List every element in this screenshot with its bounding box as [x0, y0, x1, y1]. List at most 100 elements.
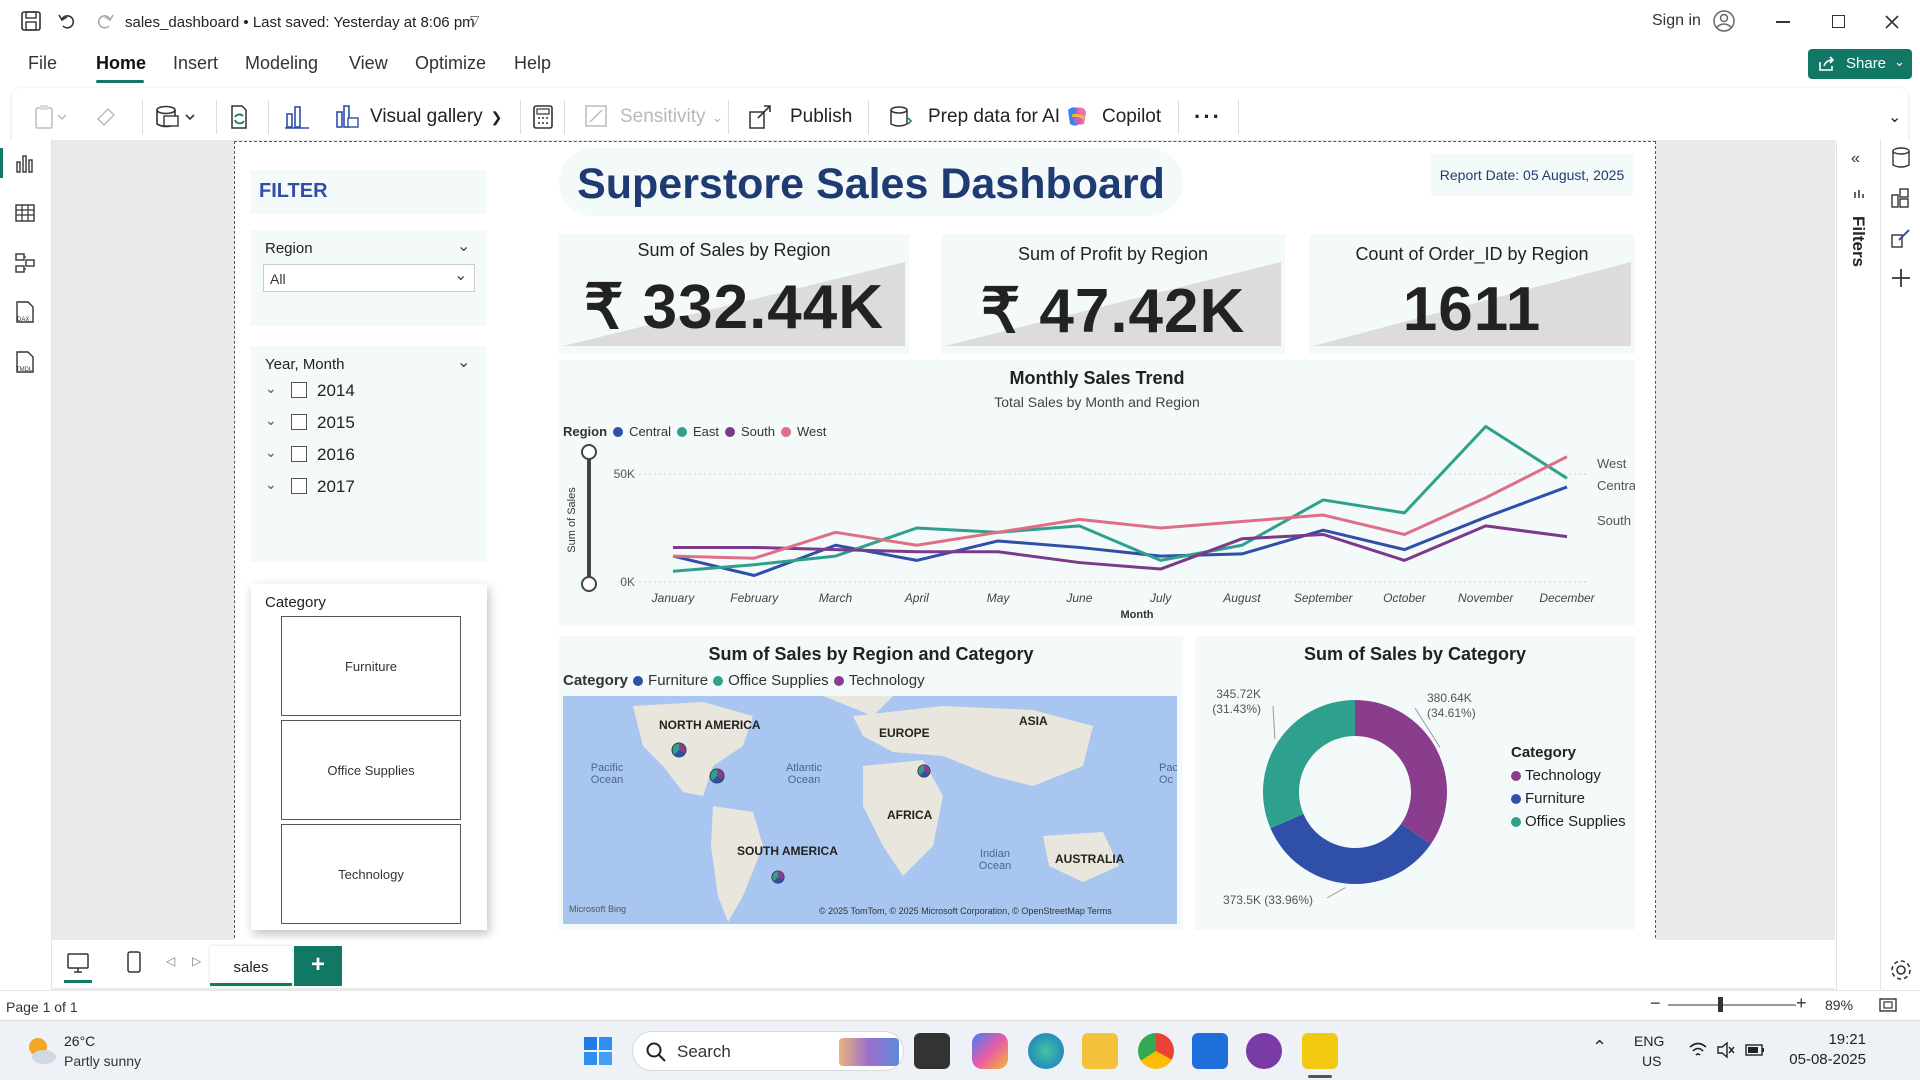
- menu-view[interactable]: View: [349, 53, 388, 74]
- tmdl-view-icon[interactable]: TMDL: [12, 350, 38, 376]
- edge-browser-icon[interactable]: [1028, 1033, 1064, 1069]
- prev-page-icon[interactable]: ◁: [166, 954, 175, 968]
- chevron-down-icon[interactable]: ⌄: [457, 236, 470, 256]
- minimize-icon[interactable]: [1776, 21, 1790, 23]
- filters-pane-collapsed[interactable]: « Filters: [1836, 140, 1880, 990]
- maximize-icon[interactable]: [1832, 15, 1845, 28]
- menu-help[interactable]: Help: [514, 53, 551, 74]
- menu-optimize[interactable]: Optimize: [415, 53, 486, 74]
- github-desktop-icon[interactable]: [1246, 1033, 1282, 1069]
- region-dropdown[interactable]: All ⌄: [263, 264, 475, 292]
- ribbon-collapse-icon[interactable]: ⌄: [1888, 88, 1901, 146]
- map-pie-marker[interactable]: [709, 768, 725, 784]
- category-tile-office-supplies[interactable]: Office Supplies: [281, 720, 461, 820]
- format-painter-button[interactable]: [94, 88, 118, 146]
- map-attribution[interactable]: © 2025 TomTom, © 2025 Microsoft Corporat…: [819, 906, 1112, 916]
- prep-data-button[interactable]: Prep data for AI: [888, 88, 1060, 146]
- refresh-button[interactable]: [226, 88, 252, 146]
- user-avatar-icon[interactable]: [1712, 9, 1736, 33]
- undo-icon[interactable]: [57, 11, 77, 31]
- close-icon[interactable]: [1884, 14, 1900, 30]
- expand-chevron-icon[interactable]: ⌄: [265, 444, 277, 461]
- visual-gallery-button[interactable]: Visual gallery ❯: [334, 88, 502, 146]
- zoom-in-icon[interactable]: +: [1796, 993, 1807, 1014]
- expand-pane-icon[interactable]: «: [1851, 150, 1860, 168]
- language-indicator[interactable]: ENG: [1634, 1033, 1664, 1049]
- windows-start-icon[interactable]: [582, 1035, 614, 1067]
- sign-in-link[interactable]: Sign in: [1652, 12, 1701, 30]
- menu-file[interactable]: File: [28, 53, 57, 74]
- table-view-icon[interactable]: [14, 202, 36, 224]
- zoom-slider-thumb[interactable]: [1718, 997, 1723, 1012]
- category-tile-furniture[interactable]: Furniture: [281, 616, 461, 716]
- task-view-icon[interactable]: [914, 1033, 950, 1069]
- share-button[interactable]: Share ⌄: [1808, 49, 1912, 79]
- add-page-button[interactable]: +: [294, 946, 342, 986]
- weather-sun-icon[interactable]: [24, 1033, 58, 1067]
- desktop-layout-icon[interactable]: [66, 952, 90, 974]
- new-measure-button[interactable]: [532, 88, 554, 146]
- checkbox[interactable]: [291, 382, 307, 398]
- add-pane-icon[interactable]: [1889, 266, 1913, 290]
- notepad-icon[interactable]: [1192, 1033, 1228, 1069]
- legend-row[interactable]: Furniture: [1511, 790, 1626, 807]
- format-visual-icon[interactable]: [1889, 226, 1913, 250]
- copilot-app-icon[interactable]: [972, 1033, 1008, 1069]
- legend-item[interactable]: Office Supplies: [728, 672, 829, 689]
- zoom-slider-track[interactable]: [1668, 1004, 1796, 1006]
- more-options-icon[interactable]: ···: [1194, 88, 1222, 146]
- get-data-button[interactable]: [154, 88, 200, 146]
- build-visual-icon[interactable]: [1889, 186, 1913, 210]
- legend-item[interactable]: Technology: [849, 672, 925, 689]
- mobile-layout-icon[interactable]: [126, 950, 142, 974]
- publish-button[interactable]: Publish: [748, 88, 852, 146]
- taskbar-search-box[interactable]: Search: [632, 1031, 904, 1071]
- paste-button[interactable]: [34, 88, 68, 146]
- redo-icon[interactable]: [95, 11, 115, 31]
- menu-insert[interactable]: Insert: [173, 53, 218, 74]
- checkbox[interactable]: [291, 478, 307, 494]
- battery-icon[interactable]: [1744, 1041, 1766, 1059]
- menu-home[interactable]: Home: [96, 53, 146, 74]
- model-view-icon[interactable]: [14, 252, 36, 274]
- dax-query-icon[interactable]: DAX: [12, 300, 38, 326]
- category-tile-technology[interactable]: Technology: [281, 824, 461, 924]
- checkbox[interactable]: [291, 446, 307, 462]
- report-view-icon[interactable]: [14, 152, 36, 174]
- kpi-title: Sum of Profit by Region: [1017, 244, 1209, 264]
- legend-item[interactable]: Furniture: [648, 672, 708, 689]
- chevron-down-icon[interactable]: ▽: [470, 13, 479, 27]
- wifi-icon[interactable]: [1688, 1041, 1708, 1059]
- show-hidden-icons[interactable]: ⌃: [1592, 1037, 1607, 1058]
- zoom-out-icon[interactable]: −: [1650, 993, 1661, 1014]
- expand-chevron-icon[interactable]: ⌄: [265, 380, 277, 397]
- map-pie-marker[interactable]: [771, 870, 785, 884]
- sensitivity-button[interactable]: Sensitivity ⌄: [584, 88, 723, 146]
- page-tab-sales[interactable]: sales: [210, 946, 292, 986]
- region-indicator[interactable]: US: [1642, 1053, 1661, 1069]
- menu-modeling[interactable]: Modeling: [245, 53, 318, 74]
- expand-chevron-icon[interactable]: ⌄: [265, 476, 277, 493]
- map-pie-marker[interactable]: [671, 742, 687, 758]
- data-pane-icon[interactable]: [1889, 146, 1913, 170]
- fit-to-page-icon[interactable]: [1878, 997, 1898, 1013]
- save-icon[interactable]: [20, 10, 42, 32]
- expand-chevron-icon[interactable]: ⌄: [265, 412, 277, 429]
- chrome-browser-icon[interactable]: [1138, 1033, 1174, 1069]
- legend-row[interactable]: Office Supplies: [1511, 813, 1626, 830]
- map-pie-marker[interactable]: [917, 764, 931, 778]
- chevron-down-icon[interactable]: ⌄: [457, 352, 470, 372]
- clock-time[interactable]: 19:21: [1818, 1031, 1866, 1048]
- volume-muted-icon[interactable]: [1716, 1041, 1736, 1059]
- checkbox[interactable]: [291, 414, 307, 430]
- legend-row[interactable]: Technology: [1511, 767, 1626, 784]
- power-bi-icon[interactable]: [1302, 1033, 1338, 1069]
- settings-gear-icon[interactable]: [1889, 958, 1913, 982]
- new-visual-button[interactable]: [284, 88, 310, 146]
- map-canvas[interactable]: NORTH AMERICA EUROPE ASIA AFRICA SOUTH A…: [563, 696, 1177, 924]
- copilot-button[interactable]: Copilot: [1064, 88, 1161, 146]
- next-page-icon[interactable]: ▷: [192, 954, 201, 968]
- file-explorer-icon[interactable]: [1082, 1033, 1118, 1069]
- clock-date[interactable]: 05-08-2025: [1776, 1051, 1866, 1068]
- zoom-level[interactable]: 89%: [1825, 997, 1853, 1013]
